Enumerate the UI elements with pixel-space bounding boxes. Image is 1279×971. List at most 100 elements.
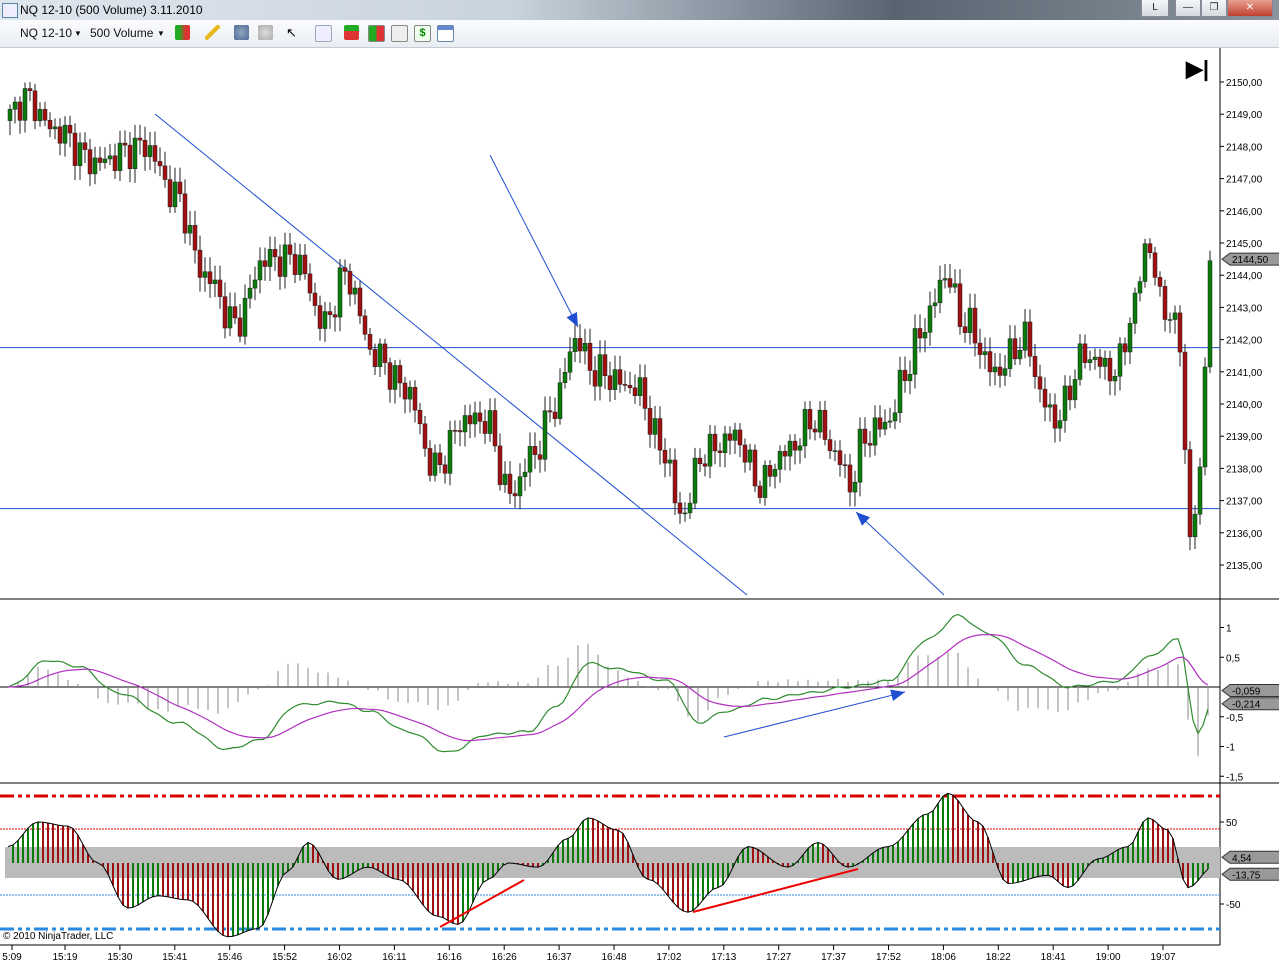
- candle: [252, 279, 258, 289]
- osc-tick-label: -50: [1226, 900, 1241, 911]
- candle: [1087, 359, 1093, 363]
- time-tick-label: 18:41: [1041, 952, 1066, 963]
- candle: [577, 338, 583, 352]
- candle: [622, 384, 628, 386]
- candle: [947, 278, 953, 288]
- candle: [62, 124, 68, 144]
- candle: [217, 279, 223, 297]
- candle: [897, 369, 903, 413]
- time-tick-label: 17:27: [766, 952, 791, 963]
- annotation-arrow: [489, 154, 579, 328]
- candle: [767, 465, 773, 477]
- candle: [642, 377, 648, 409]
- candle: [457, 430, 463, 433]
- candle: [417, 409, 423, 425]
- price-tick-label: 2148,00: [1226, 142, 1263, 153]
- price-tick-label: 2135,00: [1226, 561, 1263, 572]
- candle: [857, 428, 863, 483]
- candle: [1182, 351, 1188, 450]
- candle: [1187, 449, 1193, 538]
- candle: [257, 260, 263, 281]
- macd-tick-label: -0,5: [1226, 713, 1244, 724]
- time-tick-label: 17:52: [876, 952, 901, 963]
- candle: [1057, 420, 1063, 429]
- candle: [677, 502, 683, 514]
- price-tick-label: 2142,00: [1226, 336, 1263, 347]
- candle: [742, 444, 748, 463]
- candle: [77, 142, 83, 166]
- candle: [912, 328, 918, 375]
- candle: [397, 365, 403, 384]
- candle: [687, 502, 693, 514]
- candle: [332, 314, 338, 318]
- candle: [692, 457, 698, 504]
- macd-tick-label: -1: [1226, 743, 1235, 754]
- candle: [867, 443, 873, 446]
- candle: [1047, 404, 1053, 408]
- candle: [47, 119, 53, 130]
- candle: [812, 428, 818, 433]
- candle: [277, 256, 283, 277]
- candle: [327, 311, 333, 315]
- candle: [1082, 343, 1088, 363]
- candle: [737, 429, 743, 446]
- candle: [412, 386, 418, 411]
- candle: [197, 249, 203, 278]
- candle: [157, 161, 163, 167]
- candle: [807, 409, 813, 430]
- candle: [147, 145, 153, 157]
- scroll-to-end-icon: ▶|: [1185, 56, 1209, 81]
- candle: [72, 132, 78, 166]
- time-tick-label: 16:26: [492, 952, 517, 963]
- macd-tick-label: -1,5: [1226, 772, 1244, 783]
- candle: [502, 473, 508, 485]
- trendline: [154, 113, 748, 596]
- candle: [657, 418, 663, 451]
- candle: [32, 90, 38, 122]
- candle: [837, 450, 843, 465]
- candle: [1092, 356, 1098, 360]
- candle: [902, 369, 908, 382]
- candle: [972, 307, 978, 344]
- candle: [442, 464, 448, 474]
- candle: [702, 463, 708, 467]
- candle: [682, 512, 688, 515]
- candle: [162, 165, 168, 180]
- candle: [167, 179, 173, 208]
- copyright: © 2010 NinjaTrader, LLC: [3, 931, 114, 942]
- candle: [1097, 356, 1103, 367]
- macd-tick-label: 1: [1226, 624, 1232, 635]
- candle: [772, 469, 778, 477]
- candle: [1052, 404, 1058, 429]
- candle: [317, 305, 323, 329]
- candle: [352, 287, 358, 295]
- candle: [97, 157, 103, 163]
- candle: [957, 283, 963, 327]
- candle: [42, 109, 48, 121]
- candle: [362, 315, 368, 335]
- time-tick-label: 16:48: [601, 952, 626, 963]
- candle: [862, 428, 868, 444]
- candle: [57, 126, 63, 144]
- annotation-arrow: [855, 511, 945, 596]
- candle: [472, 412, 478, 425]
- candle: [307, 273, 313, 294]
- time-tick-label: 16:11: [382, 952, 407, 963]
- candle: [997, 366, 1003, 376]
- price-tick-label: 2144,00: [1226, 271, 1263, 282]
- candle: [142, 139, 148, 157]
- price-tick-label: 2140,00: [1226, 400, 1263, 411]
- candle: [822, 409, 828, 440]
- time-tick-label: 16:02: [327, 952, 352, 963]
- candle: [102, 158, 108, 163]
- candle: [967, 307, 973, 333]
- candle: [287, 244, 293, 255]
- candle: [22, 88, 28, 121]
- candle: [132, 137, 138, 170]
- candle: [182, 193, 188, 234]
- candle: [407, 386, 413, 400]
- osc-signal-tag: -13,75: [1232, 870, 1261, 881]
- time-tick-label: 15:19: [52, 952, 77, 963]
- candle: [907, 374, 913, 382]
- chart-area[interactable]: 2150,00 2149,00 2148,00 2147,00 2146,00 2145,…: [0, 0, 1279, 971]
